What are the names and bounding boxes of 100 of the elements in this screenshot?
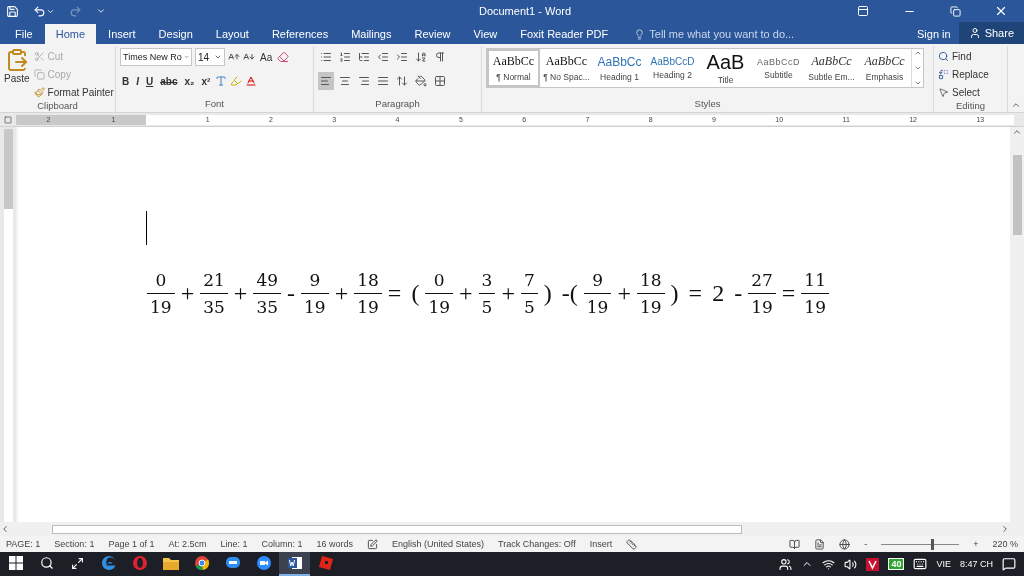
zoom-in-button[interactable]: + [973,539,979,549]
change-case-button[interactable]: Aa [258,51,275,63]
editing-button[interactable]: Find [938,48,989,64]
borders-icon[interactable] [434,75,446,87]
proofing-icon[interactable] [367,538,379,550]
start-icon[interactable] [8,556,23,570]
tab-stop-icon[interactable] [4,115,12,124]
taskbar-app[interactable] [279,552,310,576]
paste-button[interactable]: Paste [4,46,30,100]
copy-icon [33,68,45,80]
style-item[interactable]: AaBbCcD Heading 2 [646,49,699,87]
tell-me-field[interactable]: Tell me what you want to do... [649,28,795,40]
web-layout-icon[interactable] [839,538,851,550]
shading-icon[interactable] [415,75,427,87]
ribbon-tab[interactable]: References [260,24,340,44]
multilevel-list-icon[interactable] [358,51,370,63]
math-symbol: = [687,280,704,307]
notification-icon[interactable] [1002,557,1016,571]
ribbon-display-icon[interactable] [857,5,869,17]
scroll-up-icon[interactable] [1012,127,1022,137]
chat-icon [224,555,241,571]
more-icon[interactable] [913,79,922,87]
ribbon-tab[interactable]: Home [44,24,97,44]
antivirus-icon[interactable] [866,557,880,571]
people-icon[interactable] [779,557,793,571]
ribbon-tab[interactable]: Design [147,24,204,44]
ribbon-tab[interactable]: Mailings [340,24,403,44]
ribbon-tab[interactable]: Layout [204,24,260,44]
scroll-up-icon[interactable] [913,49,922,57]
format-button[interactable]: x₂ [182,75,197,87]
caret-icon[interactable] [183,53,189,61]
shrink-font-icon[interactable] [243,51,255,63]
style-item[interactable]: AaB Title [699,49,752,87]
format-button[interactable]: abc [158,75,180,87]
bullets-icon[interactable] [320,51,332,63]
zoom-thumb[interactable] [931,538,935,550]
ribbon-tab[interactable]: View [462,24,509,44]
collapse-ribbon-icon[interactable] [1011,100,1021,110]
format-button[interactable]: B [120,75,132,87]
status-text: PAGE: 1 [6,539,41,549]
browser-icon [193,555,210,571]
font-size-field[interactable]: 14 [195,48,225,66]
style-item[interactable]: AaBbCcD Subtitle [752,49,805,87]
font-color-icon[interactable] [245,75,258,87]
share-button[interactable]: Share [958,22,1024,44]
scroll-right-icon[interactable] [1000,524,1010,534]
save-icon[interactable] [6,4,19,18]
style-item[interactable]: AaBbCc Heading 1 [593,49,646,87]
restore-icon[interactable] [949,5,961,17]
fraction: 18 19 [635,269,666,318]
editing-button[interactable]: Select [938,84,989,100]
format-button[interactable]: I [134,75,141,87]
math-symbol: = [386,280,403,307]
sign-in-link[interactable]: Sign in [909,24,959,44]
format-button[interactable]: x² [199,75,213,87]
style-item[interactable]: AaBbCc Emphasis [858,49,911,87]
close-icon[interactable] [994,4,1008,18]
scroll-down-icon[interactable] [913,64,922,72]
read-mode-icon[interactable] [789,538,801,550]
eraser-icon[interactable] [277,51,290,63]
editing-button[interactable]: Replace [938,66,989,82]
macro-icon[interactable] [626,538,638,550]
fraction: 0 19 [424,269,455,318]
wifi-icon[interactable] [822,557,836,571]
task-view-icon[interactable] [71,556,84,570]
line-spacing-icon[interactable] [396,75,408,87]
language-status[interactable]: English (United States) [392,539,485,549]
decrease-indent-icon[interactable] [377,51,389,63]
clock[interactable]: 8:47 CH [959,559,993,569]
grow-font-icon[interactable] [228,51,240,63]
style-item[interactable]: AaBbCc ¶ No Spac... [540,49,593,87]
volume-icon[interactable] [844,557,858,571]
pointer-icon [938,86,949,98]
search-icon[interactable] [39,556,54,570]
zoom-out-button[interactable]: - [864,539,868,549]
numbering-icon[interactable] [339,51,351,63]
increase-indent-icon[interactable] [396,51,408,63]
customize-icon[interactable] [96,6,106,16]
style-item[interactable]: AaBbCc Subtle Em... [805,49,858,87]
language-indicator[interactable]: VIE [936,559,951,569]
style-item[interactable]: AaBbCc ¶ Normal [487,49,540,87]
undo-icon[interactable] [33,4,46,18]
caret-icon[interactable] [214,53,222,61]
pilcrow-icon[interactable] [434,51,446,63]
ribbon-tab[interactable]: Insert [97,24,147,44]
document-app-icon[interactable] [286,555,303,571]
track-changes-status[interactable]: Track Changes: Off [498,539,576,549]
print-layout-icon[interactable] [814,538,826,550]
ribbon-tab[interactable]: Review [403,24,462,44]
mode-status[interactable]: Insert [589,539,613,549]
clipboard-button[interactable]: Format Painter [33,84,114,100]
font-name-field[interactable]: Times New Ro [120,48,192,66]
keyboard-icon[interactable] [913,557,928,571]
fraction: 27 19 [747,269,777,318]
ribbon-tab[interactable]: Foxit Reader PDF [509,24,620,44]
format-button[interactable]: U [144,75,156,87]
math-symbol: = [780,280,797,307]
sort-icon[interactable] [415,51,427,63]
scroll-left-icon[interactable] [0,524,10,534]
ribbon-tab[interactable]: File [4,24,44,44]
